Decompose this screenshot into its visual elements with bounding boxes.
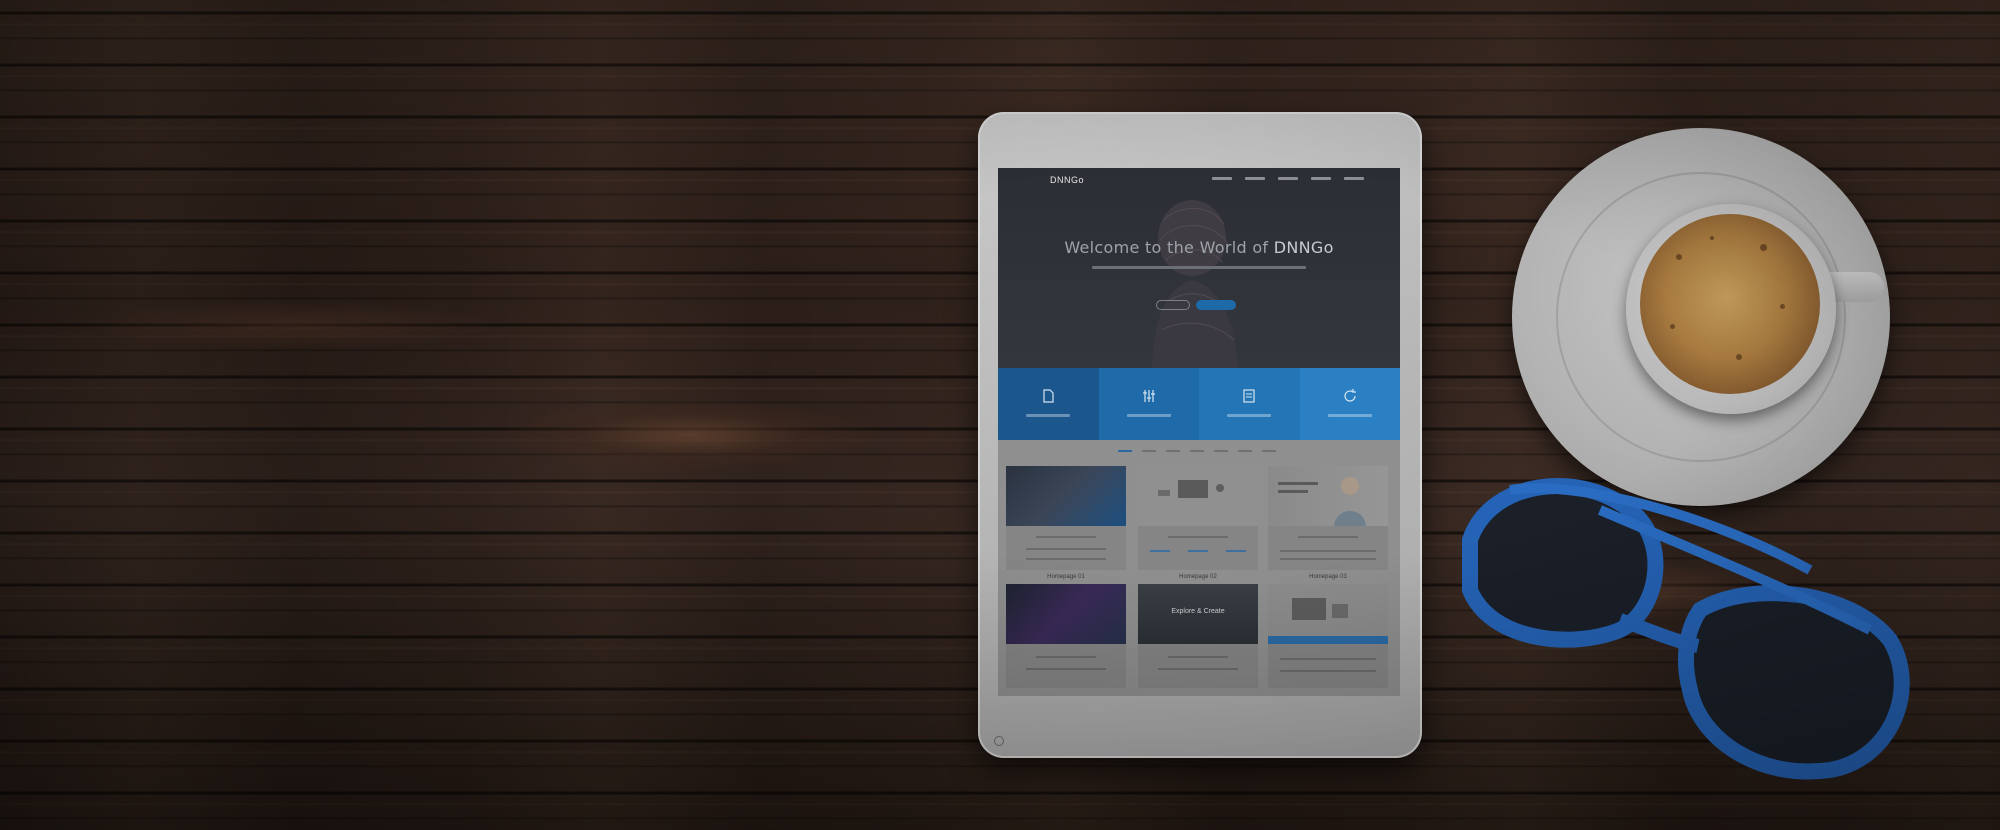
demo-caption: Homepage 03 xyxy=(1309,574,1347,580)
workspace-items-graphic xyxy=(1158,480,1224,498)
document-icon xyxy=(1243,389,1255,403)
demo-thumbnail xyxy=(1006,584,1126,644)
filter-tab[interactable] xyxy=(1262,450,1276,452)
demo-filter xyxy=(1118,450,1276,452)
demo-card[interactable]: Explore & Create xyxy=(1138,584,1262,688)
nav-link[interactable] xyxy=(1344,177,1364,180)
sliders-icon xyxy=(1142,390,1155,402)
filter-tab[interactable] xyxy=(1214,450,1228,452)
feature-block[interactable] xyxy=(1098,368,1199,440)
filter-tab[interactable] xyxy=(1238,450,1252,452)
demo-preview-body xyxy=(1006,644,1126,688)
person-photo-graphic xyxy=(1278,477,1366,526)
site-hero: DNNGo Welcome to the World of DNNGo xyxy=(998,168,1400,368)
coffee-bubble xyxy=(1670,324,1675,329)
wooden-table-background: DNNGo Welcome to the World of DNNGo Home… xyxy=(0,0,2000,830)
demo-thumbnail xyxy=(1268,584,1388,644)
demo-preview-body xyxy=(1006,526,1126,570)
demo-caption: Homepage 02 xyxy=(1179,574,1217,580)
hero-title: Welcome to the World of DNNGo xyxy=(998,238,1400,257)
hero-figure-illustration xyxy=(1152,200,1238,368)
feature-blocks xyxy=(998,368,1400,440)
demo-heading: Explore & Create xyxy=(1171,608,1225,615)
coffee-bubble xyxy=(1780,304,1785,309)
feature-label-line xyxy=(1227,414,1271,417)
coffee-bubble xyxy=(1676,254,1682,260)
filter-tab[interactable] xyxy=(1118,450,1132,452)
demo-card[interactable]: Homepage 01 xyxy=(1006,466,1130,580)
filter-tab[interactable] xyxy=(1190,450,1204,452)
site-logo[interactable]: DNNGo xyxy=(1050,175,1084,185)
demo-preview-body xyxy=(1138,644,1258,688)
demo-thumbnail xyxy=(1138,466,1258,526)
feature-block[interactable] xyxy=(998,368,1099,440)
hero-primary-button[interactable] xyxy=(1196,300,1236,310)
coffee-crema xyxy=(1640,214,1820,394)
demo-caption: Homepage 01 xyxy=(1047,574,1085,580)
site-nav-links xyxy=(1212,177,1364,180)
refresh-icon xyxy=(1343,389,1356,402)
tablet-home-button xyxy=(994,736,1004,746)
feature-block[interactable] xyxy=(1199,368,1300,440)
demo-thumbnail xyxy=(1268,466,1388,526)
coffee-bubble xyxy=(1710,236,1714,240)
pages-icon xyxy=(1043,389,1054,403)
hero-subtitle-line xyxy=(1092,266,1306,269)
nav-link[interactable] xyxy=(1245,177,1265,180)
demo-card[interactable] xyxy=(1006,584,1130,688)
wood-knot xyxy=(80,300,500,350)
wood-knot xyxy=(500,400,880,470)
hero-title-brand: DNNGo xyxy=(1273,238,1334,257)
nav-link[interactable] xyxy=(1212,177,1232,180)
coffee-bubble xyxy=(1736,354,1742,360)
demo-card[interactable]: Homepage 03 xyxy=(1268,466,1392,580)
blue-sunglasses xyxy=(1462,478,1910,780)
demo-preview-body xyxy=(1268,526,1388,570)
hero-title-prefix: Welcome to the World of xyxy=(1064,238,1274,257)
feature-label-line xyxy=(1327,414,1372,417)
tablet-device: DNNGo Welcome to the World of DNNGo Home… xyxy=(978,112,1422,758)
demo-card[interactable]: Homepage 02 xyxy=(1138,466,1262,580)
devices-graphic xyxy=(1268,598,1388,644)
demo-preview-body xyxy=(1138,526,1258,570)
demo-thumbnail: Explore & Create xyxy=(1138,584,1258,644)
nav-link[interactable] xyxy=(1311,177,1331,180)
feature-label-line xyxy=(1126,414,1171,417)
nav-link[interactable] xyxy=(1278,177,1298,180)
hero-outline-button[interactable] xyxy=(1156,300,1190,310)
feature-block[interactable] xyxy=(1299,368,1400,440)
feature-label-line xyxy=(1026,414,1070,417)
demo-preview-body xyxy=(1268,644,1388,688)
coffee-bubble xyxy=(1760,244,1767,251)
filter-tab[interactable] xyxy=(1166,450,1180,452)
demo-thumbnail xyxy=(1006,466,1126,526)
demo-card[interactable] xyxy=(1268,584,1392,688)
tablet-screen: DNNGo Welcome to the World of DNNGo Home… xyxy=(998,168,1400,696)
demo-grid: Homepage 01 Homepage 02 Homepage 03 Expl… xyxy=(998,440,1400,696)
filter-tab[interactable] xyxy=(1142,450,1156,452)
